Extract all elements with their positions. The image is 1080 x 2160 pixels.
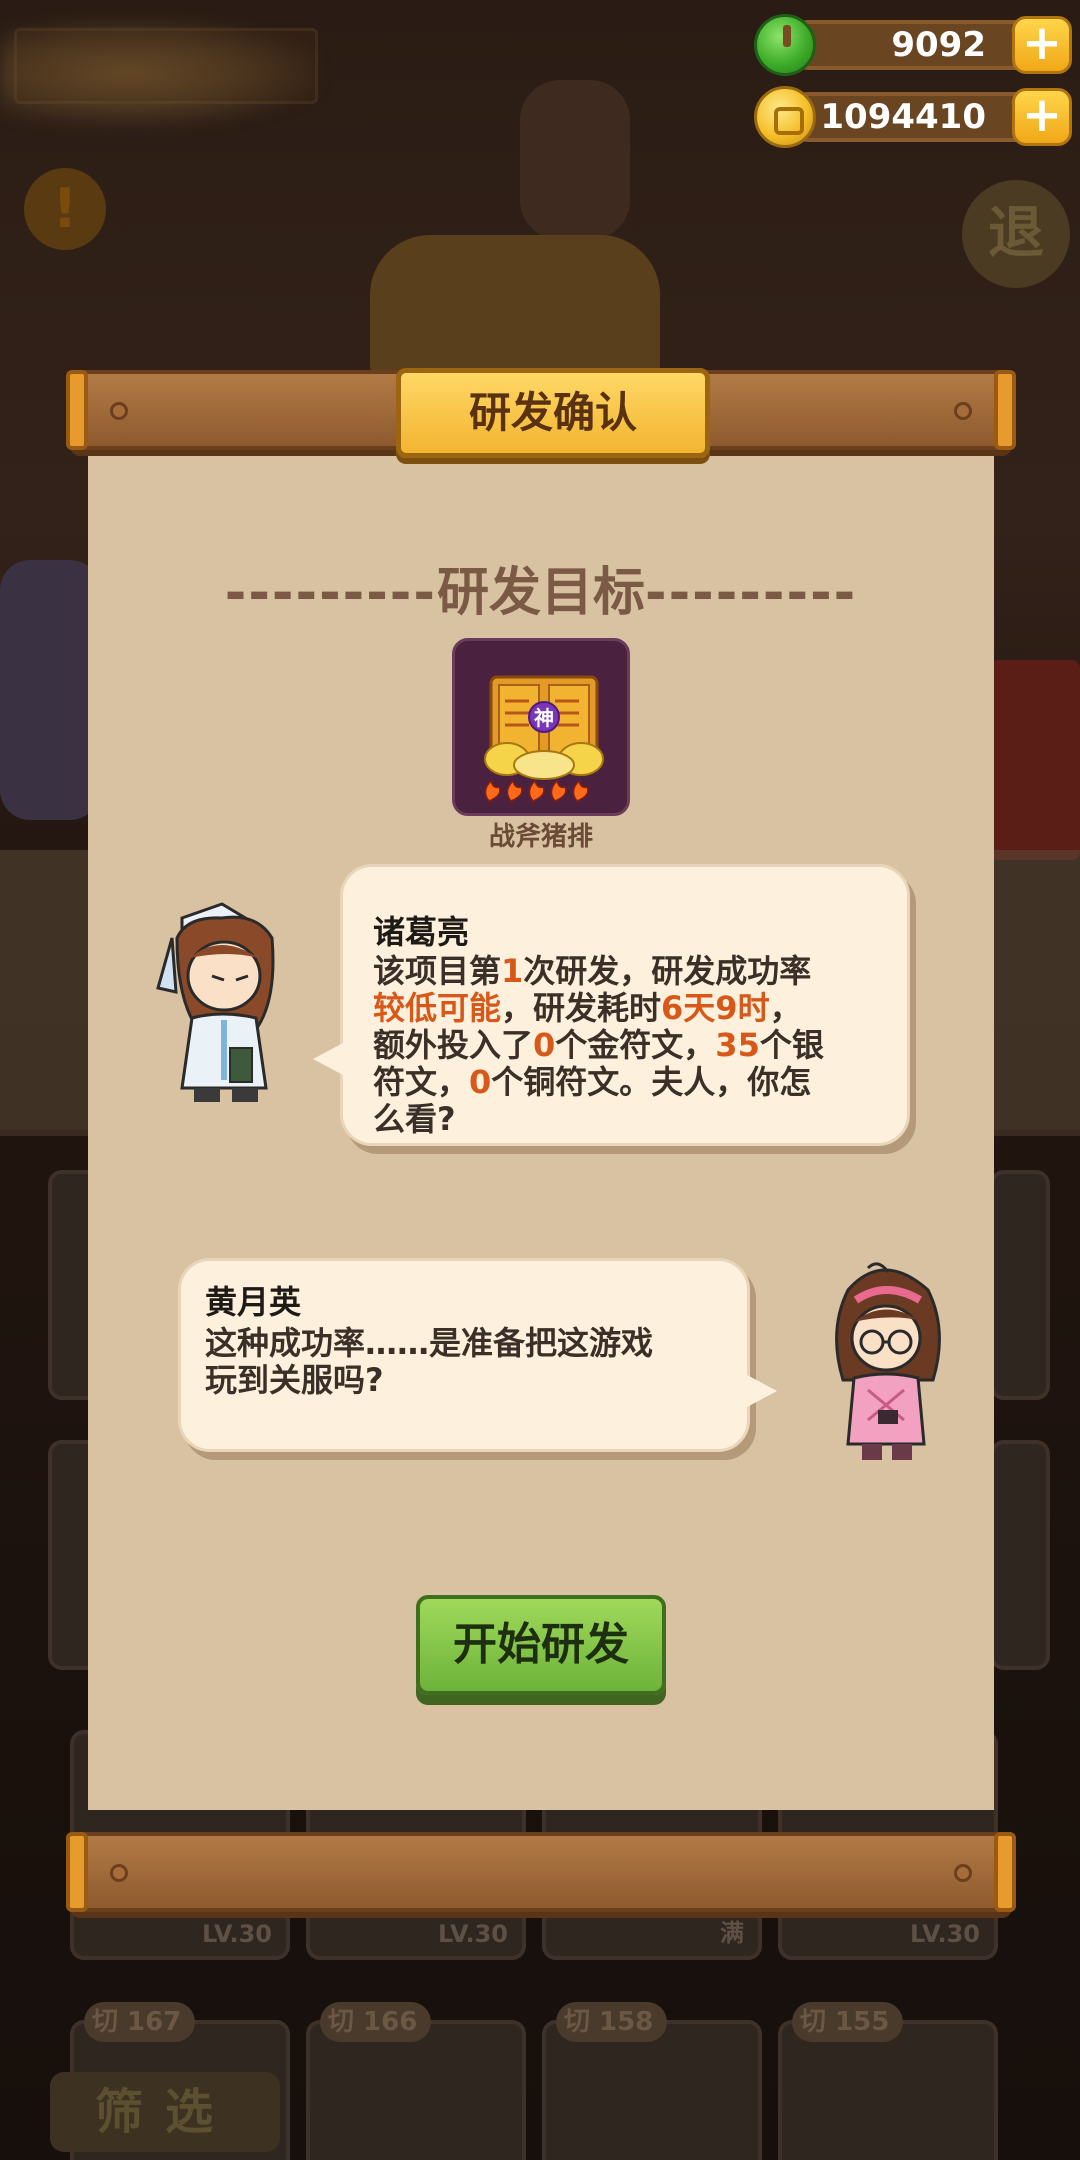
dialog-title-plate: 研发确认 — [396, 368, 710, 458]
silver-rune-count: 35 — [715, 1026, 760, 1064]
start-research-button[interactable]: 开始研发 — [416, 1595, 666, 1695]
advisor-text: 额外投入了 — [373, 1026, 534, 1064]
divine-badge: 神 — [534, 706, 554, 730]
card-level: LV.30 — [202, 1920, 272, 1948]
advisor-name: 诸葛亮 — [373, 913, 470, 951]
add-gold-button[interactable]: + — [1012, 88, 1072, 146]
research-target-heading: ---------研发目标--------- — [70, 550, 1012, 625]
bubble-tail — [747, 1375, 777, 1407]
heading-dashes-left: --------- — [224, 563, 437, 623]
nail-icon — [110, 402, 128, 420]
card-badge: 切 155 — [792, 2002, 904, 2042]
advisor-text: 该项目第 — [373, 952, 502, 990]
advisor-text: ， — [769, 989, 802, 1027]
card-level: LV.30 — [910, 1920, 980, 1948]
card-level: 满 — [720, 1919, 744, 1947]
gold-coin-icon — [754, 86, 816, 148]
wife-name: 黄月英 — [205, 1283, 302, 1321]
gold-amount: 1094410 — [820, 97, 986, 137]
blurred-player-bar — [14, 28, 318, 104]
plank-end — [994, 1832, 1016, 1912]
advisor-text: 符文， — [373, 1063, 470, 1101]
copper-rune-count: 0 — [469, 1063, 492, 1101]
advisor-text: 次研发，研发成功率 — [523, 952, 812, 990]
nail-icon — [954, 402, 972, 420]
lantern-decoration — [520, 80, 630, 240]
alert-icon[interactable]: ! — [24, 168, 106, 250]
card-level: LV.30 — [438, 1920, 508, 1948]
filter-button[interactable]: 筛选 — [50, 2072, 280, 2152]
add-gems-button[interactable]: + — [1012, 16, 1072, 74]
gem-amount: 9092 — [891, 25, 986, 65]
advisor-text: ，研发耗时 — [501, 989, 662, 1027]
huang-yueying-avatar — [835, 1262, 941, 1460]
plank-end — [66, 370, 88, 450]
card-badge: 切 158 — [556, 2002, 668, 2042]
advisor-line-3: 额外投入了0个金符文，35个银 — [373, 1027, 824, 1064]
wife-line-1: 这种成功率……是准备把这游戏 — [205, 1324, 654, 1362]
gold-rune-count: 0 — [533, 1026, 556, 1064]
exit-button[interactable]: 退 — [962, 180, 1070, 288]
top-wooden-plank: 研发确认 — [66, 368, 1016, 458]
background-card: 切 158 — [542, 2002, 762, 2160]
bottom-wooden-plank — [66, 1832, 1016, 1912]
dialog-title: 研发确认 — [468, 388, 637, 437]
background-card: 切 155 — [778, 2002, 998, 2160]
advisor-speech-bubble: 诸葛亮 该项目第1次研发，研发成功率 较低可能，研发耗时6天9时， 额外投入了0… — [313, 864, 910, 1146]
advisor-text: 个银 — [759, 1026, 824, 1064]
advisor-line-4: 符文，0个铜符文。夫人，你怎 — [373, 1064, 811, 1101]
research-confirm-dialog: 研发确认 ---------研发目标--------- 神 战斧猪排 诸葛亮 该… — [66, 368, 1016, 1912]
nail-icon — [110, 1864, 128, 1882]
plank-end — [994, 370, 1016, 450]
wife-line-2: 玩到关服吗? — [205, 1361, 384, 1399]
advisor-line-5: 么看? — [373, 1100, 456, 1138]
wife-speech-bubble: 黄月英 这种成功率……是准备把这游戏 玩到关服吗? — [178, 1258, 777, 1452]
pot-decoration — [370, 235, 660, 385]
background-card: 切 166 — [306, 2002, 526, 2160]
card-badge: 切 167 — [84, 2002, 196, 2042]
advisor-line-1: 该项目第1次研发，研发成功率 — [373, 953, 811, 990]
research-duration: 6天9时 — [661, 989, 770, 1027]
target-item-name: 战斧猪排 — [488, 822, 593, 852]
advisor-text: 个金符文， — [555, 1026, 716, 1064]
nail-icon — [954, 1864, 972, 1882]
heading-text: 研发目标 — [436, 563, 645, 623]
bubble-tail — [313, 1043, 343, 1075]
plank-end — [66, 1832, 88, 1912]
zhuge-liang-avatar — [156, 902, 275, 1102]
jade-coin-icon — [754, 14, 816, 76]
card-badge: 切 166 — [320, 2002, 432, 2042]
gem-counter: 9092 + — [754, 14, 1072, 76]
success-rate: 较低可能 — [373, 989, 502, 1027]
heading-dashes-right: --------- — [645, 563, 858, 623]
gold-counter: 1094410 + — [754, 86, 1072, 148]
advisor-line-2: 较低可能，研发耗时6天9时， — [373, 990, 802, 1027]
attempt-count: 1 — [501, 952, 524, 990]
flame-row — [484, 779, 589, 802]
target-item-card[interactable]: 神 — [452, 638, 630, 816]
advisor-text: 个铜符文。夫人，你怎 — [491, 1063, 812, 1101]
